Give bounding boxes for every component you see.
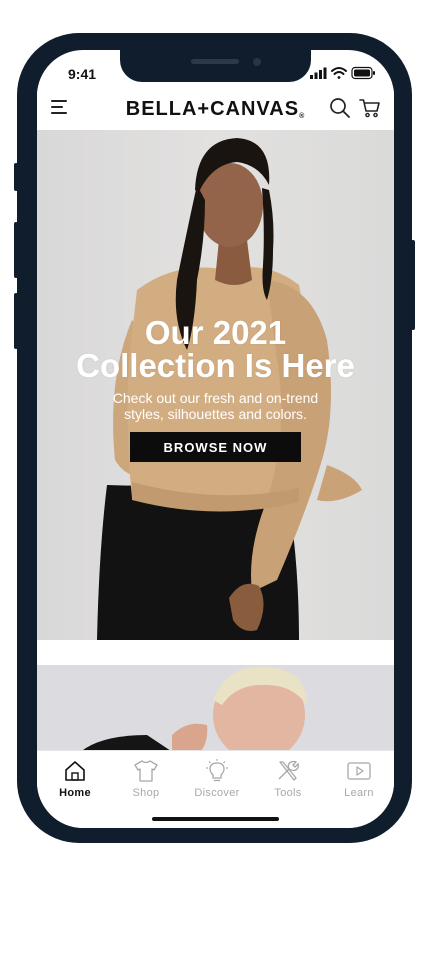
logo-registered-mark: ® (299, 113, 306, 120)
power-button (411, 240, 415, 330)
hero-banner[interactable]: Our 2021 Collection Is Here Check out ou… (37, 130, 394, 640)
wifi-icon (331, 67, 347, 79)
nav-item-tools[interactable]: Tools (258, 759, 318, 809)
nav-item-shop[interactable]: Shop (116, 759, 176, 809)
front-camera (253, 58, 261, 66)
tshirt-icon (134, 760, 158, 782)
nav-item-learn[interactable]: Learn (329, 759, 389, 809)
battery-icon (351, 66, 375, 80)
volume-up-button (14, 222, 18, 278)
hero-title-line1: Our 2021 (144, 314, 287, 351)
hero-subtitle: Check out our fresh and on-trend styles,… (77, 390, 354, 422)
nav-label-home: Home (59, 787, 91, 799)
secondary-banner[interactable] (37, 665, 394, 755)
status-icons (310, 66, 375, 80)
nav-label-learn: Learn (344, 787, 374, 799)
volume-down-button (14, 293, 18, 349)
home-indicator[interactable] (152, 817, 279, 821)
nav-item-home[interactable]: Home (45, 759, 105, 809)
earpiece-speaker (191, 59, 239, 64)
nav-label-shop: Shop (132, 787, 160, 799)
silent-switch (14, 163, 18, 191)
secondary-banner-photo (77, 666, 307, 755)
lightbulb-icon (206, 759, 228, 782)
play-video-icon (347, 762, 371, 780)
phone-screen: 9:41 BELLA+CANVAS® Our 2021 Collection I… (37, 50, 394, 828)
shopping-cart-icon[interactable] (359, 97, 381, 119)
status-time: 9:41 (68, 66, 97, 82)
hero-model-photo (97, 138, 362, 640)
hero-title-line2: Collection Is Here (76, 347, 355, 384)
home-icon (65, 761, 85, 781)
nav-label-tools: Tools (274, 787, 302, 799)
signal-icon (310, 67, 327, 79)
nav-label-discover: Discover (194, 787, 240, 799)
search-icon[interactable] (329, 97, 351, 119)
nav-item-discover[interactable]: Discover (187, 759, 247, 809)
tools-icon (278, 760, 299, 781)
browse-now-button[interactable]: BROWSE NOW (130, 432, 301, 462)
app-header: BELLA+CANVAS® (37, 88, 394, 130)
logo-text: BELLA+CANVAS (125, 98, 300, 120)
hero-subtitle-line1: Check out our fresh and on-trend (112, 390, 319, 406)
notch (120, 50, 311, 82)
hero-subtitle-line2: styles, silhouettes and colors. (124, 406, 307, 422)
hero-title: Our 2021 Collection Is Here (37, 316, 394, 382)
